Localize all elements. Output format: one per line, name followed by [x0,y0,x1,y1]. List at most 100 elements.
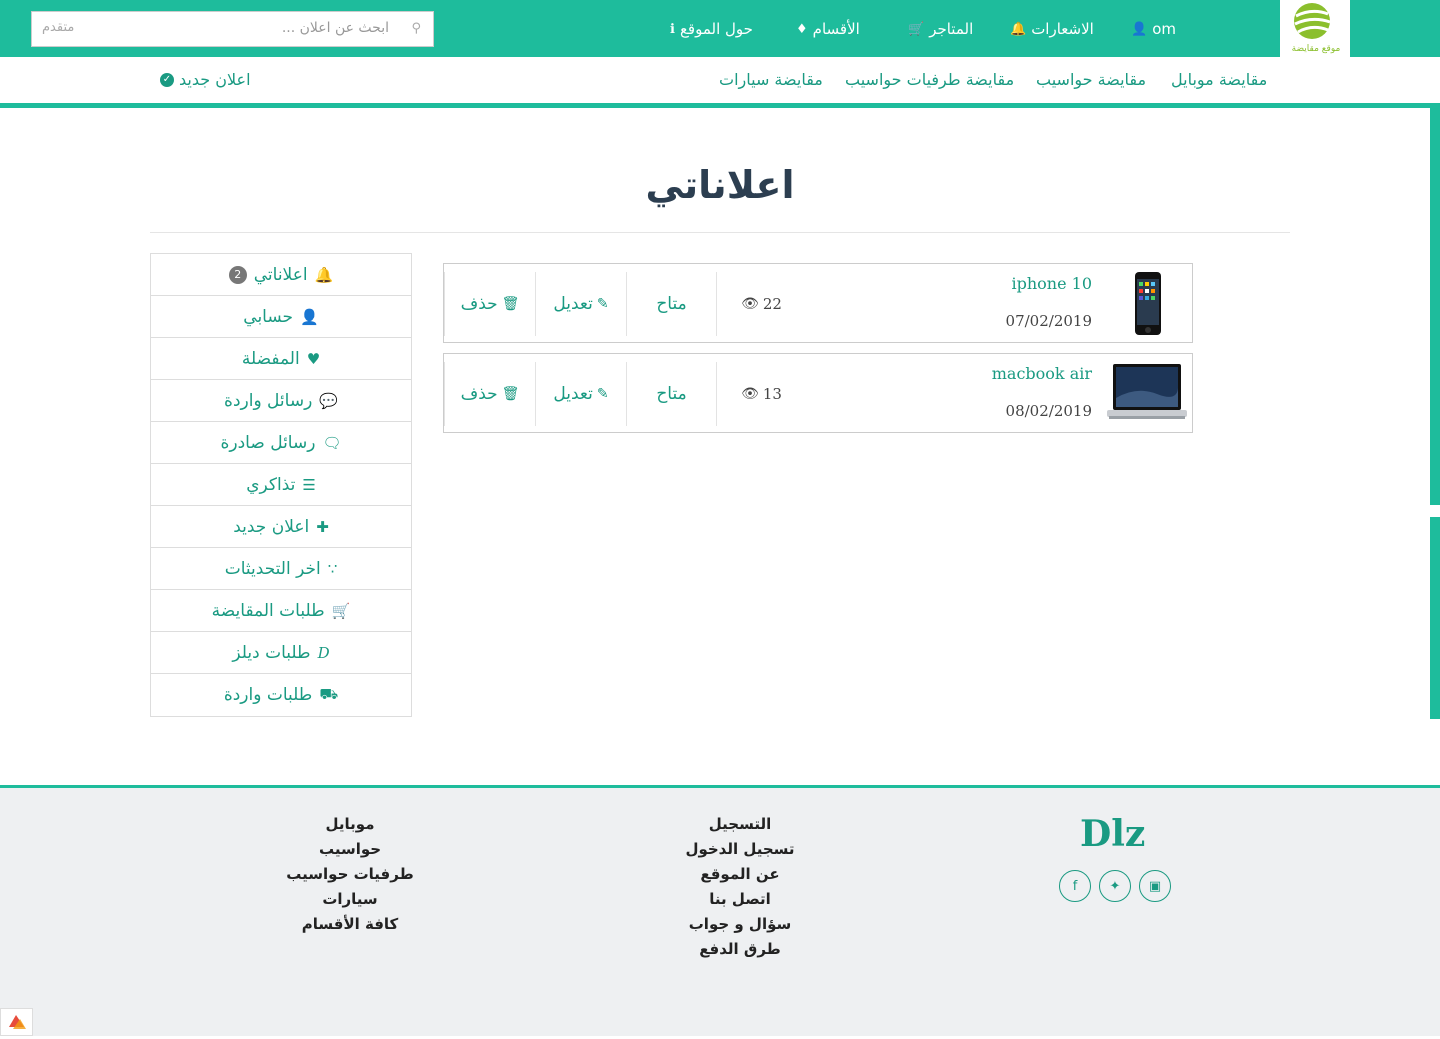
sidebar-item-deals-requests[interactable]: D طلبات ديلز [151,632,411,674]
info-icon: ℹ [670,21,675,37]
comments-icon: 💬 [319,391,338,410]
sidebar-item-label: رسائل واردة [224,390,313,411]
sidebar-item-label: حسابي [243,306,294,327]
nav-user[interactable]: om 👤 [1131,18,1176,40]
footer-brand: Dlz [1080,813,1146,855]
truck-icon: ⛟ [319,685,339,703]
views-count: 13 [762,385,782,403]
check-circle-icon: ✓ [160,72,174,87]
logo-text: موقع مقايضة [1291,44,1341,54]
ad-thumbnail-laptop[interactable] [1107,358,1187,428]
footer-link-payment[interactable]: طرق الدفع [660,938,820,963]
sidebar-item-new-ad[interactable]: ✚ اعلان جديد [151,506,411,548]
ad-views: 22 👁 [716,272,806,336]
footer-link-cars[interactable]: سيارات [270,888,430,913]
trash-icon: 🗑 [501,386,520,402]
sidebar-item-label: طلبات المقايضة [211,600,325,621]
nav-user-label: om [1152,20,1176,38]
subnav-link-peripherals[interactable]: مقايضة طرفيات حواسيب [845,70,1014,89]
ad-date: 07/02/2019 [1005,312,1092,330]
footer-link-contact[interactable]: اتصل بنا [660,888,820,913]
site-logo[interactable]: موقع مقايضة [1280,0,1350,57]
plus-icon: ✚ [316,517,329,536]
sidebar-item-label: المفضلة [241,348,300,369]
facebook-icon[interactable]: f [1059,870,1091,902]
edit-label: تعديل [553,294,593,314]
comments-outline-icon: 🗨 [322,433,342,452]
sidebar-item-my-ads[interactable]: 🔔 اعلاناتي 2 [151,254,411,296]
delete-ad-button[interactable]: 🗑 حذف [444,362,535,426]
footer-link-about[interactable]: عن الموقع [660,863,820,888]
eye-icon: 👁 [741,296,759,312]
ad-row: macbook air 08/02/2019 13 👁 متاح ✎ تعديل… [443,353,1193,433]
page-title: اعلاناتي [645,163,795,207]
sidebar-item-swap-requests[interactable]: 🛒 طلبات المقايضة [151,590,411,632]
edit-icon: ✎ [596,386,609,402]
corner-widget-icon[interactable] [0,1008,33,1036]
sidebar-item-updates[interactable]: ∵ اخر التحديثات [151,548,411,590]
instagram-icon[interactable]: ▣ [1139,870,1171,902]
user-icon: 👤 [1131,21,1148,37]
sidebar-item-incoming-requests[interactable]: ⛟ طلبات واردة [151,674,411,716]
sidebar-item-outbox[interactable]: 🗨 رسائل صادرة [151,422,411,464]
footer-link-peripherals[interactable]: طرفيات حواسيب [270,863,430,888]
search-placeholder: ابحث عن اعلان ... [281,20,389,36]
sidebar-item-inbox[interactable]: 💬 رسائل واردة [151,380,411,422]
nav-about[interactable]: حول الموقع ℹ [670,18,753,40]
edit-label: تعديل [553,384,593,404]
ad-title-link[interactable]: iphone 10 [1011,274,1092,293]
new-ad-link[interactable]: اعلان جديد ✓ [160,70,251,89]
sidebar-item-favorites[interactable]: ♥ المفضلة [151,338,411,380]
delete-ad-button[interactable]: 🗑 حذف [444,272,535,336]
title-divider [150,232,1290,233]
top-navbar: موقع مقايضة om 👤 الاشعارات 🔔 المتاجر 🛒 ا… [0,0,1440,57]
cart-icon: 🛒 [908,21,925,37]
subnav-link-computers[interactable]: مقايضة حواسيب [1036,70,1146,89]
sidebar-item-label: رسائل صادرة [220,432,316,453]
subnav-link-cars[interactable]: مقايضة سيارات [719,70,823,89]
subnav-divider [0,103,1440,108]
edit-ad-button[interactable]: ✎ تعديل [535,362,626,426]
sidebar-item-label: اعلاناتي [253,264,308,285]
nav-categories-label: الأقسام [812,20,860,38]
nav-stores[interactable]: المتاجر 🛒 [908,18,973,40]
twitter-icon[interactable]: ✦ [1099,870,1131,902]
trash-icon: 🗑 [501,296,520,312]
nav-notifications[interactable]: الاشعارات 🔔 [1010,18,1094,40]
ad-title-link[interactable]: macbook air [992,364,1092,383]
subnav-link-mobile[interactable]: مقايضة موبايل [1171,70,1267,89]
ad-row: iphone 10 07/02/2019 22 👁 متاح ✎ تعديل 🗑… [443,263,1193,343]
sidebar-item-label: طلبات ديلز [232,642,311,663]
sidebar-item-label: اخر التحديثات [224,558,321,579]
tasks-icon: ☰ [302,475,316,494]
views-count: 22 [762,295,782,313]
footer-link-faq[interactable]: سؤال و جواب [660,913,820,938]
sidebar-item-label: طلبات واردة [223,685,313,705]
search-input[interactable]: ⚲ ابحث عن اعلان ... متقدم [31,11,434,47]
sidebar-item-account[interactable]: 👤 حسابي [151,296,411,338]
sidebar-item-tickets[interactable]: ☰ تذاكري [151,464,411,506]
sidebar-item-label: تذاكري [246,474,296,495]
new-ad-label: اعلان جديد [179,70,251,89]
nav-notifications-label: الاشعارات [1031,20,1094,38]
edit-ad-button[interactable]: ✎ تعديل [535,272,626,336]
ads-count-badge: 2 [228,265,247,284]
ad-status: متاح [626,272,716,336]
ad-thumbnail-phone[interactable] [1107,268,1187,338]
advanced-search-link[interactable]: متقدم [42,20,74,35]
footer-link-all-categories[interactable]: كافة الأقسام [270,913,430,938]
nav-categories[interactable]: الأقسام ♦ [796,18,860,40]
right-edge-stripe [1430,103,1440,719]
footer-link-mobile[interactable]: موبايل [270,813,430,838]
bell-icon: 🔔 [1010,21,1027,37]
ad-status: متاح [626,362,716,426]
user-icon: 👤 [300,307,319,326]
basket-icon: 🛒 [331,601,351,620]
account-sidebar: 🔔 اعلاناتي 2 👤 حسابي ♥ المفضلة 💬 رسائل و… [150,253,412,717]
delete-label: حذف [460,294,498,314]
footer-link-login[interactable]: تسجيل الدخول [660,838,820,863]
footer-link-register[interactable]: التسجيل [660,813,820,838]
site-footer: Dlz f ✦ ▣ التسجيل تسجيل الدخول عن الموقع… [0,785,1440,1036]
globe-logo-icon [1294,3,1331,39]
footer-link-computers[interactable]: حواسيب [270,838,430,863]
